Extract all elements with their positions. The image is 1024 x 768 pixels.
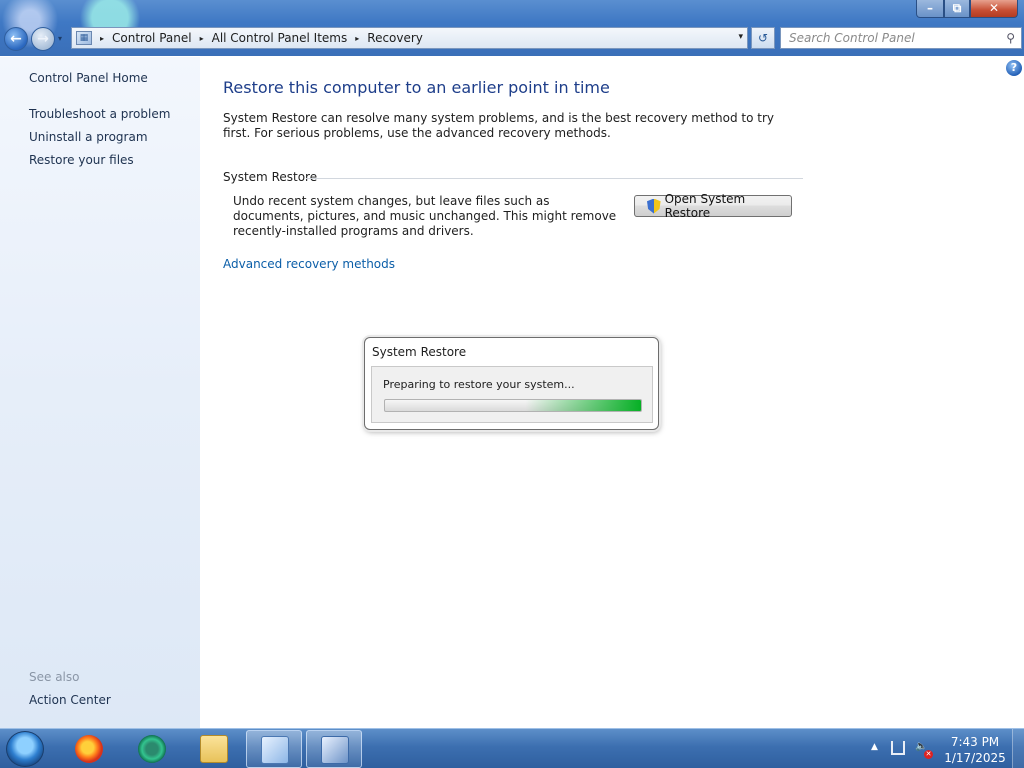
sidebar-item-troubleshoot[interactable]: Troubleshoot a problem	[29, 107, 170, 121]
progress-bar-fill	[385, 400, 641, 411]
taskbar-system-restore[interactable]	[306, 730, 362, 768]
section-title-system-restore: System Restore	[223, 170, 318, 184]
show-hidden-icons-icon[interactable]: ▲	[871, 742, 878, 752]
search-icon[interactable]: ⚲	[1006, 31, 1015, 45]
address-bar[interactable]: ▦ ▸ Control Panel ▸ All Control Panel It…	[71, 27, 748, 49]
breadcrumb-recovery[interactable]: Recovery	[367, 31, 423, 45]
left-navigation-pane: Control Panel Home Troubleshoot a proble…	[0, 57, 200, 728]
edge-icon	[138, 735, 166, 763]
taskbar-explorer[interactable]	[186, 730, 242, 768]
taskbar-edge[interactable]	[124, 730, 180, 768]
sidebar-item-action-center[interactable]: Action Center	[29, 693, 111, 707]
start-button[interactable]	[6, 731, 44, 767]
advanced-recovery-link[interactable]: Advanced recovery methods	[223, 257, 395, 271]
search-placeholder: Search Control Panel	[789, 31, 915, 45]
window-controls: – ⧉ ✕	[916, 0, 1018, 18]
uac-shield-icon	[647, 198, 661, 214]
volume-muted-icon[interactable]: 🔈 ✕	[915, 741, 933, 759]
window-title-bar: – ⧉ ✕ ← → ▾ ▦ ▸ Control Panel ▸ All Cont…	[0, 0, 1024, 56]
clock[interactable]: 7:43 PM 1/17/2025	[940, 734, 1010, 766]
clock-date: 1/17/2025	[944, 751, 1006, 765]
breadcrumb-control-panel[interactable]: Control Panel	[112, 31, 192, 45]
sidebar-item-restore-files[interactable]: Restore your files	[29, 153, 134, 167]
open-system-restore-button[interactable]: Open System Restore	[634, 192, 792, 220]
refresh-button[interactable]: ↺	[751, 27, 775, 49]
network-icon[interactable]	[891, 741, 905, 755]
help-icon[interactable]: ?	[1006, 60, 1022, 76]
system-restore-progress-dialog: System Restore Preparing to restore your…	[364, 337, 659, 430]
recent-pages-dropdown-icon[interactable]: ▾	[58, 34, 62, 43]
dialog-title: System Restore	[372, 345, 467, 359]
folder-icon	[200, 735, 228, 763]
clock-time: 7:43 PM	[950, 735, 1000, 749]
breadcrumb-separator-icon[interactable]: ▸	[355, 34, 359, 43]
dialog-body: Preparing to restore your system...	[371, 366, 653, 423]
control-panel-icon: ▦	[76, 31, 92, 45]
taskbar-firefox[interactable]	[61, 730, 117, 768]
page-title: Restore this computer to an earlier poin…	[223, 78, 610, 97]
breadcrumb-separator-icon[interactable]: ▸	[200, 34, 204, 43]
breadcrumb-separator-icon[interactable]: ▸	[100, 34, 104, 43]
firefox-icon	[75, 735, 103, 763]
maximize-button[interactable]: ⧉	[944, 0, 970, 18]
sidebar-item-control-panel-home[interactable]: Control Panel Home	[29, 71, 148, 85]
taskbar: ▲ 🔈 ✕ 7:43 PM 1/17/2025	[0, 728, 1024, 768]
minimize-button[interactable]: –	[916, 0, 944, 18]
open-system-restore-label: Open System Restore	[664, 192, 746, 220]
intro-text: System Restore can resolve many system p…	[223, 111, 775, 140]
dialog-message: Preparing to restore your system...	[383, 378, 575, 391]
search-input[interactable]: Search Control Panel ⚲	[780, 27, 1022, 49]
close-button[interactable]: ✕	[970, 0, 1018, 18]
sidebar-item-uninstall[interactable]: Uninstall a program	[29, 130, 148, 144]
see-also-label: See also	[29, 670, 80, 684]
back-button[interactable]: ←	[4, 27, 28, 51]
system-restore-icon	[321, 736, 349, 764]
control-panel-icon	[261, 736, 289, 764]
taskbar-control-panel[interactable]	[246, 730, 302, 768]
section-divider	[306, 178, 803, 179]
breadcrumb-all-items[interactable]: All Control Panel Items	[212, 31, 348, 45]
system-restore-description: Undo recent system changes, but leave fi…	[233, 194, 617, 238]
show-desktop-button[interactable]	[1012, 729, 1024, 768]
progress-bar	[384, 399, 642, 412]
forward-button[interactable]: →	[31, 27, 55, 51]
address-dropdown-icon[interactable]: ▾	[738, 32, 743, 42]
